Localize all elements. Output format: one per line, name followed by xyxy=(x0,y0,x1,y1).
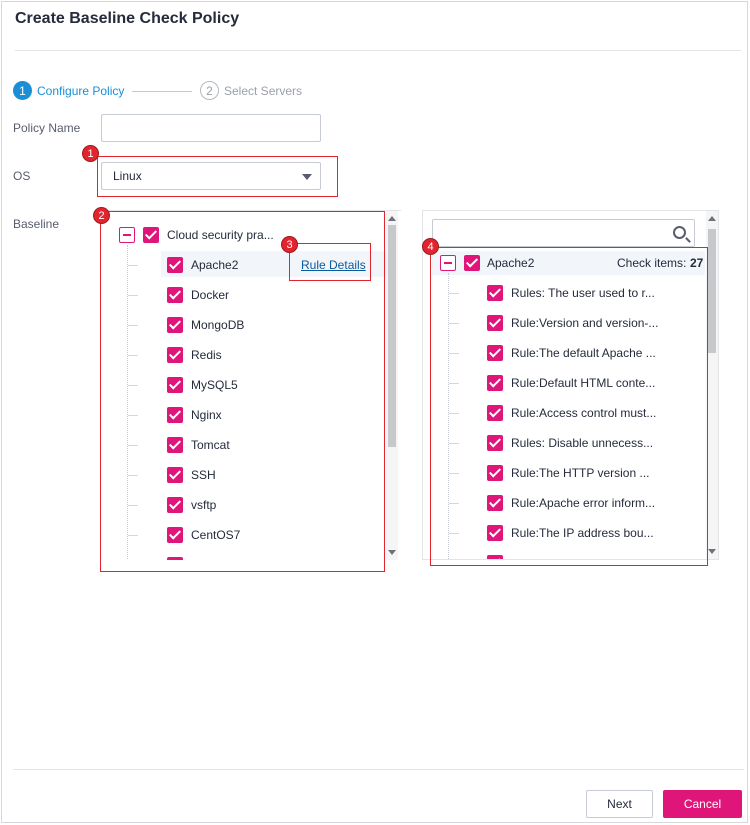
step-connector xyxy=(132,91,192,92)
step-number-1: 1 xyxy=(13,81,32,100)
scroll-down-icon[interactable] xyxy=(388,550,396,555)
step-configure-policy: 1 Configure Policy xyxy=(13,81,124,100)
baseline-label: Baseline xyxy=(13,217,60,231)
step-label-2: Select Servers xyxy=(224,83,303,98)
scroll-up-icon[interactable] xyxy=(708,216,716,221)
search-icon[interactable] xyxy=(673,226,686,239)
os-label: OS xyxy=(13,169,31,183)
scroll-down-icon[interactable] xyxy=(708,549,716,554)
dialog-title: Create Baseline Check Policy xyxy=(15,10,240,27)
cancel-button[interactable]: Cancel xyxy=(663,790,742,818)
left-scroll-thumb[interactable] xyxy=(388,225,396,447)
rules-search-input[interactable] xyxy=(432,219,695,247)
footer-divider xyxy=(13,769,744,770)
step-number-2: 2 xyxy=(200,81,219,100)
callout-box-1 xyxy=(97,156,338,197)
step-select-servers: 2 Select Servers xyxy=(200,81,302,100)
scroll-up-icon[interactable] xyxy=(388,216,396,221)
callout-box-3 xyxy=(289,243,371,281)
callout-badge-1: 1 xyxy=(82,145,99,162)
title-divider xyxy=(15,50,741,51)
callout-box-4 xyxy=(430,247,708,566)
callout-badge-4: 4 xyxy=(422,238,439,255)
policy-name-input[interactable] xyxy=(101,114,321,142)
right-scroll-thumb[interactable] xyxy=(708,229,716,353)
next-button[interactable]: Next xyxy=(586,790,653,818)
step-label-1: Configure Policy xyxy=(37,83,125,98)
callout-badge-3: 3 xyxy=(281,236,298,253)
left-scrollbar[interactable] xyxy=(386,211,398,560)
policy-name-label: Policy Name xyxy=(13,121,81,135)
callout-badge-2: 2 xyxy=(93,207,110,224)
